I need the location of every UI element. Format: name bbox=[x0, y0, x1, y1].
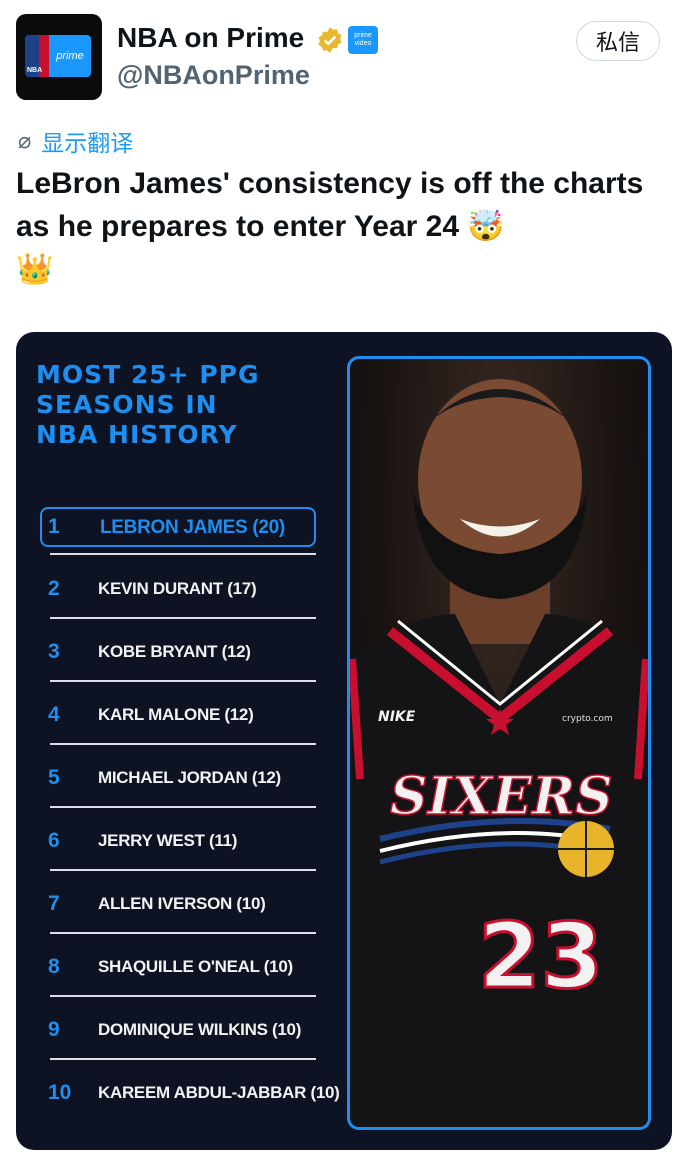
rank-player: JERRY WEST (11) bbox=[98, 831, 238, 850]
exploding-head-emoji: 🤯 bbox=[467, 209, 505, 244]
card-title-line: SEASONS IN bbox=[36, 390, 218, 419]
jersey-wordmark: SIXERS bbox=[390, 766, 613, 827]
rank-row: 7 ALLEN IVERSON (10) bbox=[40, 884, 316, 924]
card-title-line: NBA HISTORY bbox=[36, 420, 238, 449]
row-divider bbox=[50, 995, 316, 997]
rank-row: 2 KEVIN DURANT (17) bbox=[40, 569, 316, 609]
row-divider bbox=[50, 1058, 316, 1060]
prime-video-badge: prime video bbox=[348, 26, 378, 54]
avatar[interactable]: NBA prime bbox=[16, 14, 102, 100]
jersey-brand: NIKE bbox=[378, 709, 416, 725]
message-button[interactable]: 私信 bbox=[576, 21, 660, 61]
rank-player: KARL MALONE (12) bbox=[98, 705, 254, 724]
tweet-text: LeBron James' consistency is off the cha… bbox=[16, 162, 676, 291]
rank-number: 9 bbox=[48, 1018, 60, 1041]
tweet-body: LeBron James' consistency is off the cha… bbox=[16, 167, 644, 243]
rank-row: 3 KOBE BRYANT (12) bbox=[40, 632, 316, 672]
row-divider bbox=[50, 617, 316, 619]
player-illustration: NIKE crypto.com SIXERS 23 bbox=[350, 379, 648, 1127]
rank-player: ALLEN IVERSON (10) bbox=[98, 894, 266, 913]
rank-number: 2 bbox=[48, 577, 60, 600]
rank-row: 5 MICHAEL JORDAN (12) bbox=[40, 758, 316, 798]
row-divider bbox=[50, 806, 316, 808]
rank-number: 8 bbox=[48, 955, 60, 978]
author-name[interactable]: NBA on Prime bbox=[117, 22, 304, 54]
rank-number: 3 bbox=[48, 640, 60, 663]
row-divider bbox=[50, 932, 316, 934]
rank-player: KAREEM ABDUL-JABBAR (10) bbox=[98, 1083, 340, 1102]
rank-number: 7 bbox=[48, 892, 60, 915]
nba-prime-logo: NBA prime bbox=[25, 35, 91, 77]
verified-badge-icon bbox=[318, 27, 342, 53]
rank-row: 9 DOMINIQUE WILKINS (10) bbox=[40, 1010, 316, 1050]
crown-emoji: 👑 bbox=[16, 252, 54, 287]
card-title: MOST 25+ PPG SEASONS IN NBA HISTORY bbox=[36, 360, 336, 450]
rank-row: 8 SHAQUILLE O'NEAL (10) bbox=[40, 947, 316, 987]
jersey-number: 23 bbox=[478, 904, 603, 1009]
rank-player: DOMINIQUE WILKINS (10) bbox=[98, 1020, 302, 1039]
jersey-sponsor: crypto.com bbox=[562, 714, 613, 724]
rank-player: KEVIN DURANT (17) bbox=[98, 579, 257, 598]
row-divider bbox=[50, 743, 316, 745]
rank-number: 5 bbox=[48, 766, 60, 789]
rank-player: KOBE BRYANT (12) bbox=[98, 642, 251, 661]
row-divider bbox=[50, 680, 316, 682]
rank-player: MICHAEL JORDAN (12) bbox=[98, 768, 281, 787]
card-title-line: MOST 25+ PPG bbox=[36, 360, 260, 389]
rank-row: 4 KARL MALONE (12) bbox=[40, 695, 316, 735]
rank-number: 4 bbox=[48, 703, 60, 726]
rank-row: 1 LEBRON JAMES (20) bbox=[40, 507, 316, 547]
media-card[interactable]: MOST 25+ PPG SEASONS IN NBA HISTORY 1 LE… bbox=[16, 332, 672, 1150]
show-translation-link[interactable]: ⌀ 显示翻译 bbox=[18, 124, 133, 158]
author-handle[interactable]: @NBAonPrime bbox=[117, 60, 310, 91]
show-translation-label: 显示翻译 bbox=[41, 130, 134, 156]
tweet-header: NBA prime NBA on Prime prime video @NBAo… bbox=[0, 0, 690, 110]
rank-number: 1 bbox=[48, 515, 60, 538]
globe-icon: ⌀ bbox=[18, 128, 32, 153]
rank-number: 10 bbox=[48, 1081, 72, 1104]
rank-number: 6 bbox=[48, 829, 60, 852]
rank-player: SHAQUILLE O'NEAL (10) bbox=[98, 957, 293, 976]
player-photo: NIKE crypto.com SIXERS 23 bbox=[347, 356, 651, 1130]
row-divider bbox=[50, 553, 316, 555]
rank-row: 10 KAREEM ABDUL-JABBAR (10) bbox=[40, 1073, 340, 1113]
rank-player: LEBRON JAMES (20) bbox=[100, 517, 285, 538]
avatar-prime-text: prime bbox=[49, 35, 91, 77]
rank-row: 6 JERRY WEST (11) bbox=[40, 821, 316, 861]
avatar-logo-text: NBA bbox=[27, 67, 43, 74]
row-divider bbox=[50, 869, 316, 871]
